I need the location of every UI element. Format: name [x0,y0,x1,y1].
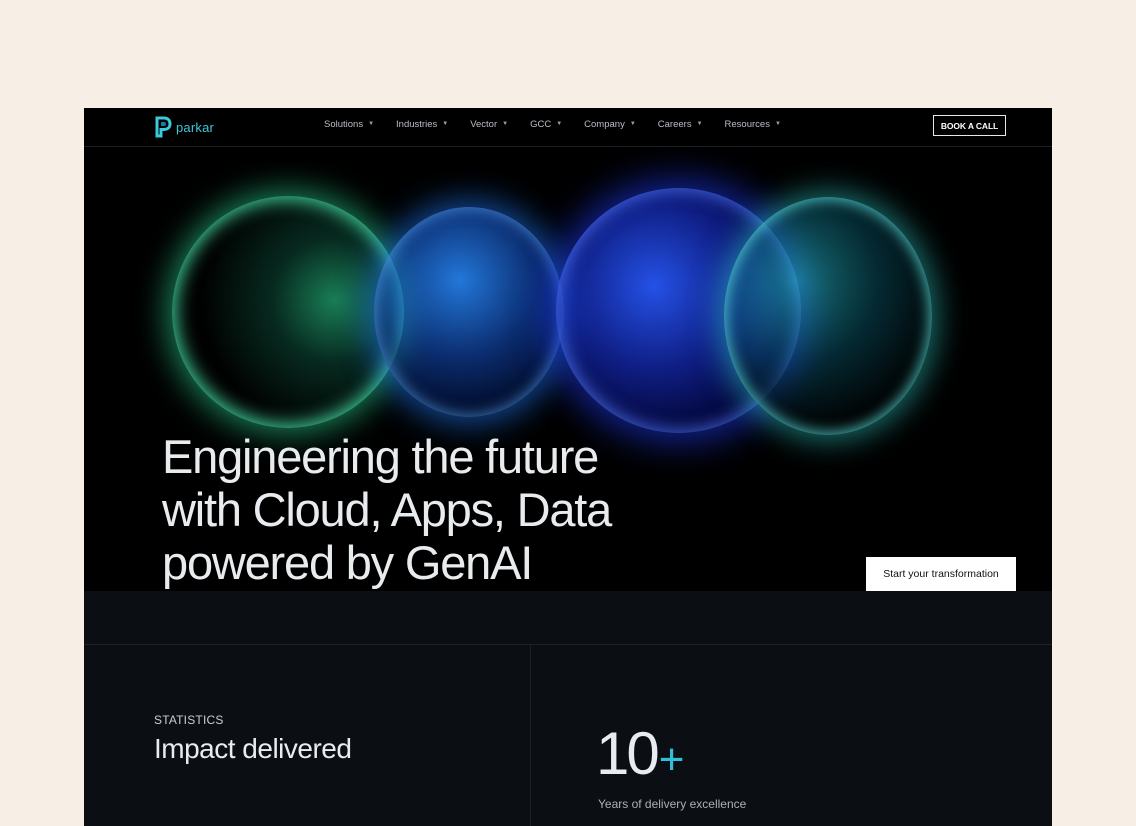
hero-title-line: with Cloud, Apps, Data [162,483,612,536]
chevron-down-icon: ▼ [502,120,509,127]
nav-item-label: Company [584,119,625,130]
stat-value: 10 [596,720,660,787]
top-navbar: parkar Solutions ▼ Industries ▼ Vector ▼… [84,108,1052,147]
nav-item-label: GCC [530,119,552,130]
chevron-down-icon: ▼ [368,120,375,127]
hero-orb-green [172,196,404,428]
stat-number: 10 + [596,719,684,788]
brand-name: parkar [176,119,215,135]
stats-heading: Impact delivered [154,733,352,764]
nav-item-label: Vector [470,119,498,130]
start-transformation-button[interactable]: Start your transformation [866,557,1016,591]
nav-item-company[interactable]: Company ▼ [584,119,636,130]
parkar-logo-icon [155,116,172,138]
hero-section: Engineering the future with Cloud, Apps,… [84,147,1052,591]
hero-title: Engineering the future with Cloud, Apps,… [162,430,762,589]
nav-item-label: Careers [657,119,692,130]
nav-item-gcc[interactable]: GCC ▼ [530,119,562,130]
chevron-down-icon: ▼ [696,120,703,127]
chevron-down-icon: ▼ [556,120,563,127]
nav-item-careers[interactable]: Careers ▼ [658,119,703,130]
nav-item-solutions[interactable]: Solutions ▼ [324,119,374,130]
stats-divider [530,645,531,826]
nav-item-label: Solutions [324,119,364,130]
nav-item-vector[interactable]: Vector ▼ [470,119,508,130]
nav-item-label: Resources [724,119,770,130]
hero-bottom-band [84,591,1052,645]
chevron-down-icon: ▼ [629,120,636,127]
nav-item-label: Industries [396,119,438,130]
hero-orb-teal [724,197,932,435]
hero-title-line: Engineering the future [162,430,599,483]
stats-kicker: STATISTICS [154,713,224,727]
main-nav: Solutions ▼ Industries ▼ Vector ▼ GCC ▼ … [324,119,803,130]
stat-suffix: + [658,735,685,784]
statistics-section: STATISTICS Impact delivered 10 + Years o… [84,645,1052,826]
book-a-call-button[interactable]: BOOK A CALL [933,115,1006,136]
nav-item-resources[interactable]: Resources ▼ [725,119,781,130]
hero-title-line: powered by GenAI [162,536,533,589]
nav-item-industries[interactable]: Industries ▼ [396,119,448,130]
hero-orb-blue [374,207,564,417]
page-frame: parkar Solutions ▼ Industries ▼ Vector ▼… [84,108,1052,826]
stat-label: Years of delivery excellence [598,797,747,811]
chevron-down-icon: ▼ [442,120,449,127]
chevron-down-icon: ▼ [774,120,781,127]
brand-logo[interactable]: parkar [154,116,214,138]
